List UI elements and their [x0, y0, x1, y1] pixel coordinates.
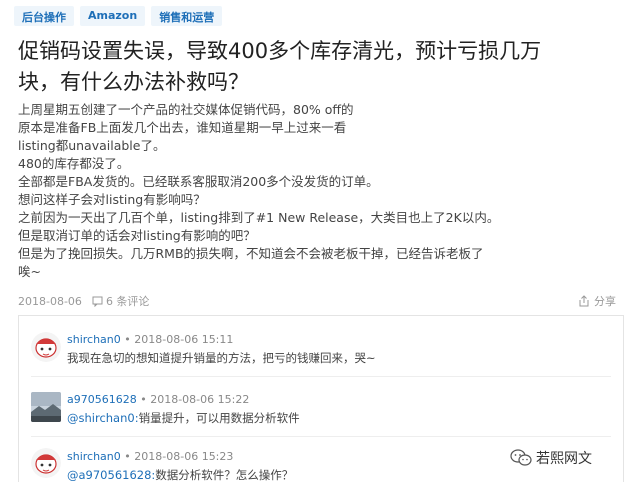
- comment-header: a970561628 • 2018-08-06 15:22: [67, 393, 249, 406]
- post-body-line: 全部都是FBA发货的。已经联系客服取消200多个没发货的订单。: [18, 174, 379, 189]
- comment-header: shirchan0 • 2018-08-06 15:11: [67, 333, 233, 346]
- comment-item: a970561628 • 2018-08-06 15:22 @shirchan0…: [19, 378, 623, 433]
- post-body-line: listing都unavailable了。: [18, 138, 166, 153]
- comment-mention[interactable]: @shirchan0:: [67, 411, 139, 425]
- comment-header: shirchan0 • 2018-08-06 15:23: [67, 450, 233, 463]
- comment-icon: [92, 296, 103, 307]
- post-body-line: 但是取消订单的话会对listing有影响的吧？: [18, 228, 256, 243]
- tag-sales-ops[interactable]: 销售和运营: [151, 6, 223, 26]
- wechat-icon: [510, 449, 532, 466]
- watermark-text: 若熙网文: [536, 451, 592, 467]
- topic-tags: 后台操作 Amazon 销售和运营: [14, 6, 228, 26]
- cartoon-avatar-icon[interactable]: [31, 448, 61, 478]
- comment-time: • 2018-08-06 15:11: [124, 333, 234, 346]
- comment-body: 数据分析软件？怎么操作？: [155, 468, 294, 482]
- comment-time: • 2018-08-06 15:23: [124, 450, 234, 463]
- watermark: 若熙网文: [510, 448, 592, 468]
- comment-username[interactable]: shirchan0: [67, 333, 121, 346]
- post-body-line: 上周星期五创建了一个产品的社交媒体促销代码，80% off的: [18, 102, 354, 117]
- post-body-line: 但是为了挽回损失。几万RMB的损失啊，不知道会不会被老板干掉，已经告诉老板了: [18, 246, 484, 261]
- comment-mention[interactable]: @a970561628:: [67, 468, 155, 482]
- comment-count-label: 6 条评论: [105, 295, 150, 308]
- post-body-line: 之前因为一天出了几百个单，listing排到了#1 New Release，大类…: [18, 210, 500, 225]
- share-button[interactable]: 分享: [578, 293, 616, 309]
- comment-body: 我现在急切的想知道提升销量的方法，把亏的钱赚回来，哭~: [67, 351, 376, 365]
- tag-backend-ops[interactable]: 后台操作: [14, 6, 74, 26]
- post-body-line: 480的库存都没了。: [18, 156, 130, 171]
- comment-text: @shirchan0:销量提升，可以用数据分析软件: [67, 410, 300, 426]
- comment-username[interactable]: a970561628: [67, 393, 137, 406]
- comment-divider: [31, 376, 611, 377]
- post-body: 上周星期五创建了一个产品的社交媒体促销代码，80% off的 原本是准备FB上面…: [18, 101, 618, 281]
- post-body-line: 想问这样子会对listing有影响吗？: [18, 192, 206, 207]
- comment-divider: [31, 436, 611, 437]
- comment-time: • 2018-08-06 15:22: [140, 393, 250, 406]
- comment-item: shirchan0 • 2018-08-06 15:11 我现在急切的想知道提升…: [19, 316, 623, 371]
- post-title-line2: 块，有什么办法补救吗？: [18, 70, 249, 94]
- comment-username[interactable]: shirchan0: [67, 450, 121, 463]
- comment-text: 我现在急切的想知道提升销量的方法，把亏的钱赚回来，哭~: [67, 350, 376, 366]
- share-icon: [579, 295, 589, 307]
- share-label: 分享: [594, 295, 616, 308]
- post-date: 2018-08-06: [18, 294, 82, 308]
- post-title: 促销码设置失误，导致400多个库存清光，预计亏损几万 块，有什么办法补救吗？: [18, 36, 618, 98]
- post-meta: 2018-08-06 6 条评论 分享: [18, 292, 622, 310]
- comment-count-button[interactable]: 6 条评论: [92, 293, 150, 309]
- cartoon-avatar-icon[interactable]: [31, 332, 61, 362]
- post-body-line: 原本是准备FB上面发几个出去，谁知道星期一早上过来一看: [18, 120, 347, 135]
- post-body-line: 唉~: [18, 264, 41, 279]
- comment-body: 销量提升，可以用数据分析软件: [138, 411, 300, 425]
- landscape-avatar-icon[interactable]: [31, 392, 61, 422]
- post-title-line1: 促销码设置失误，导致400多个库存清光，预计亏损几万: [18, 39, 542, 63]
- tag-amazon[interactable]: Amazon: [80, 6, 146, 26]
